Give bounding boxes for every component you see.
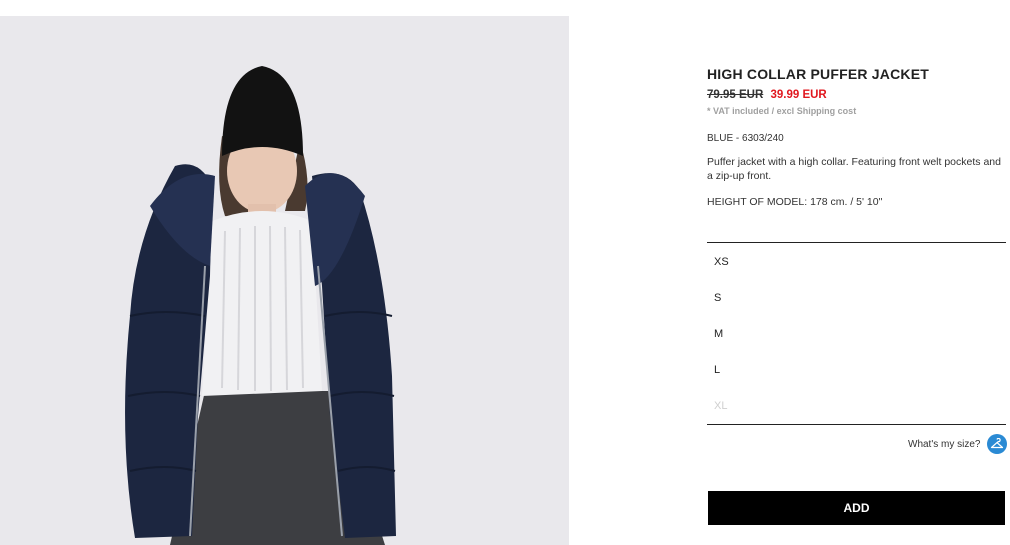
size-selector: XS S M L XL [707,242,1006,425]
product-page: HIGH COLLAR PUFFER JACKET 79.95 EUR 39.9… [0,0,1010,545]
size-option-m[interactable]: M [707,323,1006,359]
add-to-cart-button[interactable]: ADD [708,491,1005,525]
vat-note: * VAT included / excl Shipping cost [707,106,857,116]
size-option-l[interactable]: L [707,359,1006,395]
size-guide-link[interactable]: What's my size? [908,434,1008,454]
color-reference: BLUE - 6303/240 [707,133,784,144]
size-option-xl: XL [714,400,728,412]
price-row: 79.95 EUR 39.99 EUR [707,88,1006,102]
size-option-xs[interactable]: XS [707,251,1006,287]
size-guide-label: What's my size? [908,438,981,450]
product-info: HIGH COLLAR PUFFER JACKET 79.95 EUR 39.9… [707,66,1006,208]
sale-price: 39.99 EUR [770,89,827,101]
product-description: Puffer jacket with a high collar. Featur… [707,156,1001,182]
size-option-s[interactable]: S [707,287,1006,323]
model-height: HEIGHT OF MODEL: 178 cm. / 5' 10" [707,196,883,208]
product-image [0,16,569,545]
original-price: 79.95 EUR [707,89,764,101]
product-photo-illustration [0,16,569,545]
product-title: HIGH COLLAR PUFFER JACKET [707,66,929,82]
hanger-icon[interactable] [987,434,1008,454]
